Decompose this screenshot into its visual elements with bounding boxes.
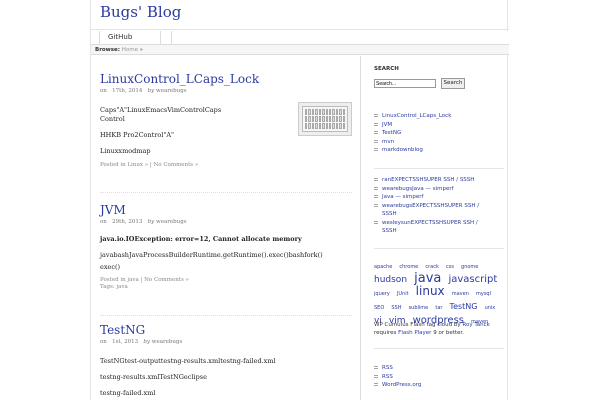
recent-comments-list: ranEXPECTSSHSUPER SSH / SSSH wearebugsJa… xyxy=(374,176,504,236)
post-line: exec() xyxy=(100,263,121,271)
tag-link[interactable]: SEO xyxy=(374,305,384,311)
comment-link[interactable]: ranEXPECTSSHSUPER SSH / SSSH xyxy=(374,176,504,185)
post-meta: on 29th, 2013 by wearebugs xyxy=(100,219,352,225)
meta-on: on xyxy=(100,88,107,94)
breadcrumb-label: Browse: xyxy=(95,47,120,53)
post-title[interactable]: LinuxControl_LCaps_Lock xyxy=(100,72,352,86)
post-footer[interactable]: Posted in Linux » | No Comments » xyxy=(100,162,352,169)
keyboard-image xyxy=(298,102,352,136)
tag-link[interactable]: chrome xyxy=(399,264,418,270)
tag-link[interactable]: tar xyxy=(435,305,442,311)
sidebar-link[interactable]: LinuxControl_LCaps_Lock xyxy=(374,112,504,121)
main-content: LinuxControl_LCaps_Lock on 17th, 2014 by… xyxy=(91,56,361,400)
tag-link[interactable]: JUnit xyxy=(397,291,409,297)
wordpress-link[interactable]: WordPress.org xyxy=(374,381,504,390)
breadcrumb-sep: » xyxy=(139,47,144,53)
tag-cloud: apache chrome crack css gnome hudson jav… xyxy=(374,258,502,327)
search-input[interactable] xyxy=(374,79,436,88)
comment-link[interactable]: wearebugsJava — simperf xyxy=(374,185,504,194)
tag-link[interactable]: jquery xyxy=(374,291,390,297)
post-divider xyxy=(100,192,352,193)
tag-link[interactable]: hudson xyxy=(374,275,407,285)
tag-link[interactable]: TestNG xyxy=(450,302,478,311)
post-line: java.io.IOException: error=12, Cannot al… xyxy=(100,235,302,243)
meta-on: on xyxy=(100,219,107,225)
meta-by: by xyxy=(147,219,155,225)
breadcrumb: Browse: Home » xyxy=(91,45,509,55)
post: TestNG on 1st, 2013 by wearebugs TestNGt… xyxy=(100,323,352,398)
tag-link[interactable]: mysql xyxy=(476,291,491,297)
comment-link[interactable]: wesleysunEXPECTSSHSUPER SSH /SSSH xyxy=(374,219,504,236)
cumulus-credit: WP Cumulus Flash tag cloud by Roy Tanck … xyxy=(374,321,502,337)
post-line: testng-results.xmlTestNGeclipse xyxy=(100,373,207,381)
search-button[interactable]: Search xyxy=(441,78,465,89)
sidebar-link[interactable]: mvn xyxy=(374,138,504,147)
tag-link[interactable]: sublime xyxy=(409,305,429,311)
sidebar-divider xyxy=(374,248,504,249)
credit-text: requires xyxy=(374,330,399,336)
post: LinuxControl_LCaps_Lock on 17th, 2014 by… xyxy=(100,72,352,169)
recent-posts-list: LinuxControl_LCaps_Lock JVM TestNG mvn m… xyxy=(374,112,504,155)
credit-text: WP Cumulus Flash tag cloud by xyxy=(374,322,463,328)
flash-player-link[interactable]: Flash Player xyxy=(398,330,431,336)
post-author[interactable]: wearebugs xyxy=(156,88,187,94)
post-line: TestNGtest-outputtestng-results.xmltestn… xyxy=(100,357,276,365)
tag-link[interactable]: maven xyxy=(452,291,469,297)
comment-link[interactable]: Java — simperf xyxy=(374,193,504,202)
site-header: Bugs' Blog xyxy=(91,0,509,30)
tag-link[interactable]: crack xyxy=(425,264,439,270)
post-line: Linuxxmodmap xyxy=(100,147,151,155)
meta-by: by xyxy=(147,88,155,94)
rss-link[interactable]: RSS xyxy=(374,373,504,382)
tag-link[interactable]: unix xyxy=(485,305,496,311)
post-title[interactable]: TestNG xyxy=(100,323,352,337)
tag-link[interactable]: linux xyxy=(416,284,445,298)
page-container: Bugs' Blog GitHub Browse: Home » LinuxCo… xyxy=(90,0,509,400)
post-footer[interactable]: Posted in java | No Comments » xyxy=(100,277,352,284)
tag-link[interactable]: apache xyxy=(374,264,392,270)
nav-divider xyxy=(171,31,172,45)
tag-link[interactable]: javascript xyxy=(448,274,497,285)
post-line: testng-failed.xml xyxy=(100,389,156,397)
post-title[interactable]: JVM xyxy=(100,203,352,217)
sidebar-divider xyxy=(374,168,504,169)
meta-links-list: RSS RSS WordPress.org xyxy=(374,364,504,390)
post-tags[interactable]: Tags: java xyxy=(100,284,352,291)
sidebar-link[interactable]: markdownblog xyxy=(374,146,504,155)
post-line: javabashJavaProcessBuilderRuntime.getRun… xyxy=(100,251,323,259)
post-author[interactable]: wearebugs xyxy=(156,219,187,225)
post-meta: on 1st, 2013 by wearebugs xyxy=(100,339,352,345)
meta-by: by xyxy=(143,339,151,345)
nav-item-github[interactable]: GitHub xyxy=(99,31,161,45)
sidebar: SEARCH Search LinuxControl_LCaps_Lock JV… xyxy=(371,56,506,400)
comment-link[interactable]: wearebugsEXPECTSSHSUPER SSH /SSSH xyxy=(374,202,504,219)
tag-link[interactable]: SSH xyxy=(391,305,401,311)
credit-text: 9 or better. xyxy=(431,330,464,336)
post: JVM on 29th, 2013 by wearebugs java.io.I… xyxy=(100,203,352,291)
post-date: 17th, 2014 xyxy=(112,88,143,94)
tag-link[interactable]: gnome xyxy=(461,264,478,270)
breadcrumb-home[interactable]: Home xyxy=(122,47,138,53)
post-meta: on 17th, 2014 by wearebugs xyxy=(100,88,352,94)
post-date: 29th, 2013 xyxy=(112,219,143,225)
page-background xyxy=(0,0,90,400)
post-date: 1st, 2013 xyxy=(112,339,139,345)
post-author[interactable]: wearebugs xyxy=(152,339,183,345)
site-title[interactable]: Bugs' Blog xyxy=(100,3,181,21)
search-heading: SEARCH xyxy=(374,66,399,72)
roy-tanck-link[interactable]: Roy Tanck xyxy=(462,322,489,328)
tag-link[interactable]: css xyxy=(446,264,454,270)
sidebar-link[interactable]: TestNG xyxy=(374,129,504,138)
post-divider xyxy=(100,315,352,316)
nav-bar: GitHub xyxy=(91,31,509,45)
rss-link[interactable]: RSS xyxy=(374,364,504,373)
meta-on: on xyxy=(100,339,107,345)
sidebar-divider xyxy=(374,348,504,349)
sidebar-link[interactable]: JVM xyxy=(374,121,504,130)
